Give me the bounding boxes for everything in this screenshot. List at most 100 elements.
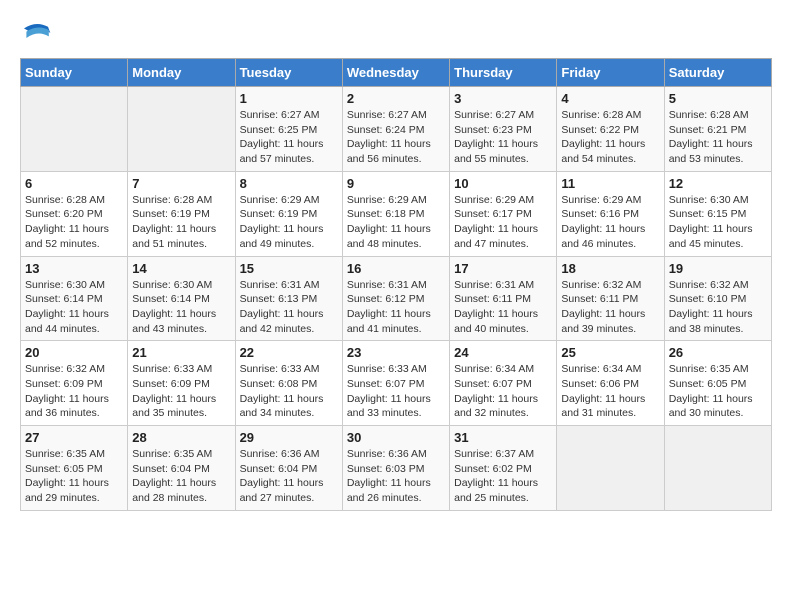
calendar-day-header: Wednesday xyxy=(342,59,449,87)
day-number: 27 xyxy=(25,430,123,445)
calendar-cell: 1 Sunrise: 6:27 AM Sunset: 6:25 PM Daylig… xyxy=(235,87,342,172)
calendar-cell: 21 Sunrise: 6:33 AM Sunset: 6:09 PM Dayli… xyxy=(128,341,235,426)
calendar-cell: 24 Sunrise: 6:34 AM Sunset: 6:07 PM Dayli… xyxy=(450,341,557,426)
day-number: 19 xyxy=(669,261,767,276)
calendar-cell: 8 Sunrise: 6:29 AM Sunset: 6:19 PM Daylig… xyxy=(235,171,342,256)
day-info: Sunrise: 6:31 AM Sunset: 6:12 PM Dayligh… xyxy=(347,278,445,337)
calendar-cell: 3Sunrise: 6:27 AM Sunset: 6:23 PM Daylig… xyxy=(450,87,557,172)
day-number: 22 xyxy=(240,345,338,360)
day-info: Sunrise: 6:35 AM Sunset: 6:05 PM Dayligh… xyxy=(669,362,767,421)
day-info: Sunrise: 6:33 AM Sunset: 6:08 PM Dayligh… xyxy=(240,362,338,421)
calendar-cell: 28 Sunrise: 6:35 AM Sunset: 6:04 PM Dayli… xyxy=(128,426,235,511)
day-info: Sunrise: 6:35 AM Sunset: 6:04 PM Dayligh… xyxy=(132,447,230,506)
calendar-week-row: 1 Sunrise: 6:27 AM Sunset: 6:25 PM Daylig… xyxy=(21,87,772,172)
day-info: Sunrise: 6:34 AM Sunset: 6:06 PM Dayligh… xyxy=(561,362,659,421)
day-info: Sunrise: 6:29 AM Sunset: 6:19 PM Dayligh… xyxy=(240,193,338,252)
calendar-cell: 31 Sunrise: 6:37 AM Sunset: 6:02 PM Dayli… xyxy=(450,426,557,511)
day-number: 11 xyxy=(561,176,659,191)
day-info: Sunrise: 6:32 AM Sunset: 6:09 PM Dayligh… xyxy=(25,362,123,421)
day-info: Sunrise: 6:35 AM Sunset: 6:05 PM Dayligh… xyxy=(25,447,123,506)
calendar-cell: 17 Sunrise: 6:31 AM Sunset: 6:11 PM Dayli… xyxy=(450,256,557,341)
calendar-cell: 25Sunrise: 6:34 AM Sunset: 6:06 PM Dayli… xyxy=(557,341,664,426)
calendar-cell: 19 Sunrise: 6:32 AM Sunset: 6:10 PM Dayli… xyxy=(664,256,771,341)
day-number: 24 xyxy=(454,345,552,360)
day-info: Sunrise: 6:31 AM Sunset: 6:13 PM Dayligh… xyxy=(240,278,338,337)
day-info: Sunrise: 6:34 AM Sunset: 6:07 PM Dayligh… xyxy=(454,362,552,421)
calendar-cell: 20 Sunrise: 6:32 AM Sunset: 6:09 PM Dayli… xyxy=(21,341,128,426)
day-info: Sunrise: 6:29 AM Sunset: 6:17 PM Dayligh… xyxy=(454,193,552,252)
day-number: 7 xyxy=(132,176,230,191)
day-number: 20 xyxy=(25,345,123,360)
calendar-day-header: Monday xyxy=(128,59,235,87)
calendar-cell: 9Sunrise: 6:29 AM Sunset: 6:18 PM Daylig… xyxy=(342,171,449,256)
calendar-day-header: Thursday xyxy=(450,59,557,87)
day-info: Sunrise: 6:27 AM Sunset: 6:25 PM Dayligh… xyxy=(240,108,338,167)
day-number: 31 xyxy=(454,430,552,445)
day-number: 14 xyxy=(132,261,230,276)
day-number: 6 xyxy=(25,176,123,191)
calendar-day-header: Friday xyxy=(557,59,664,87)
day-number: 12 xyxy=(669,176,767,191)
page-header xyxy=(20,20,772,48)
day-info: Sunrise: 6:28 AM Sunset: 6:20 PM Dayligh… xyxy=(25,193,123,252)
day-number: 4 xyxy=(561,91,659,106)
day-number: 29 xyxy=(240,430,338,445)
day-info: Sunrise: 6:32 AM Sunset: 6:11 PM Dayligh… xyxy=(561,278,659,337)
day-number: 13 xyxy=(25,261,123,276)
day-info: Sunrise: 6:36 AM Sunset: 6:04 PM Dayligh… xyxy=(240,447,338,506)
day-number: 1 xyxy=(240,91,338,106)
calendar-cell: 23 Sunrise: 6:33 AM Sunset: 6:07 PM Dayli… xyxy=(342,341,449,426)
calendar-week-row: 27 Sunrise: 6:35 AM Sunset: 6:05 PM Dayli… xyxy=(21,426,772,511)
calendar-cell: 5Sunrise: 6:28 AM Sunset: 6:21 PM Daylig… xyxy=(664,87,771,172)
calendar-cell: 18 Sunrise: 6:32 AM Sunset: 6:11 PM Dayli… xyxy=(557,256,664,341)
calendar-day-header: Tuesday xyxy=(235,59,342,87)
day-number: 18 xyxy=(561,261,659,276)
calendar-cell: 4Sunrise: 6:28 AM Sunset: 6:22 PM Daylig… xyxy=(557,87,664,172)
calendar-cell: 16 Sunrise: 6:31 AM Sunset: 6:12 PM Dayli… xyxy=(342,256,449,341)
day-number: 23 xyxy=(347,345,445,360)
calendar-table: SundayMondayTuesdayWednesdayThursdayFrid… xyxy=(20,58,772,511)
day-number: 3 xyxy=(454,91,552,106)
day-number: 2 xyxy=(347,91,445,106)
day-number: 21 xyxy=(132,345,230,360)
day-number: 8 xyxy=(240,176,338,191)
calendar-cell: 15 Sunrise: 6:31 AM Sunset: 6:13 PM Dayli… xyxy=(235,256,342,341)
calendar-cell xyxy=(664,426,771,511)
day-number: 16 xyxy=(347,261,445,276)
day-info: Sunrise: 6:31 AM Sunset: 6:11 PM Dayligh… xyxy=(454,278,552,337)
day-info: Sunrise: 6:27 AM Sunset: 6:24 PM Dayligh… xyxy=(347,108,445,167)
calendar-cell: 2 Sunrise: 6:27 AM Sunset: 6:24 PM Daylig… xyxy=(342,87,449,172)
day-info: Sunrise: 6:30 AM Sunset: 6:14 PM Dayligh… xyxy=(132,278,230,337)
calendar-week-row: 13 Sunrise: 6:30 AM Sunset: 6:14 PM Dayli… xyxy=(21,256,772,341)
day-number: 10 xyxy=(454,176,552,191)
calendar-day-header: Saturday xyxy=(664,59,771,87)
day-info: Sunrise: 6:30 AM Sunset: 6:15 PM Dayligh… xyxy=(669,193,767,252)
logo xyxy=(20,20,56,48)
calendar-cell: 26 Sunrise: 6:35 AM Sunset: 6:05 PM Dayli… xyxy=(664,341,771,426)
day-info: Sunrise: 6:33 AM Sunset: 6:09 PM Dayligh… xyxy=(132,362,230,421)
day-number: 30 xyxy=(347,430,445,445)
calendar-body: 1 Sunrise: 6:27 AM Sunset: 6:25 PM Daylig… xyxy=(21,87,772,511)
day-number: 26 xyxy=(669,345,767,360)
calendar-cell xyxy=(128,87,235,172)
calendar-cell: 27 Sunrise: 6:35 AM Sunset: 6:05 PM Dayli… xyxy=(21,426,128,511)
day-info: Sunrise: 6:28 AM Sunset: 6:21 PM Dayligh… xyxy=(669,108,767,167)
calendar-cell xyxy=(557,426,664,511)
calendar-header-row: SundayMondayTuesdayWednesdayThursdayFrid… xyxy=(21,59,772,87)
day-info: Sunrise: 6:37 AM Sunset: 6:02 PM Dayligh… xyxy=(454,447,552,506)
calendar-cell: 11Sunrise: 6:29 AM Sunset: 6:16 PM Dayli… xyxy=(557,171,664,256)
day-info: Sunrise: 6:33 AM Sunset: 6:07 PM Dayligh… xyxy=(347,362,445,421)
day-number: 17 xyxy=(454,261,552,276)
day-info: Sunrise: 6:29 AM Sunset: 6:18 PM Dayligh… xyxy=(347,193,445,252)
calendar-cell: 7Sunrise: 6:28 AM Sunset: 6:19 PM Daylig… xyxy=(128,171,235,256)
day-info: Sunrise: 6:32 AM Sunset: 6:10 PM Dayligh… xyxy=(669,278,767,337)
day-number: 28 xyxy=(132,430,230,445)
logo-icon xyxy=(20,20,52,48)
day-info: Sunrise: 6:30 AM Sunset: 6:14 PM Dayligh… xyxy=(25,278,123,337)
day-number: 15 xyxy=(240,261,338,276)
calendar-cell: 12 Sunrise: 6:30 AM Sunset: 6:15 PM Dayli… xyxy=(664,171,771,256)
calendar-week-row: 6 Sunrise: 6:28 AM Sunset: 6:20 PM Daylig… xyxy=(21,171,772,256)
calendar-cell: 10 Sunrise: 6:29 AM Sunset: 6:17 PM Dayli… xyxy=(450,171,557,256)
calendar-day-header: Sunday xyxy=(21,59,128,87)
calendar-cell: 13 Sunrise: 6:30 AM Sunset: 6:14 PM Dayli… xyxy=(21,256,128,341)
